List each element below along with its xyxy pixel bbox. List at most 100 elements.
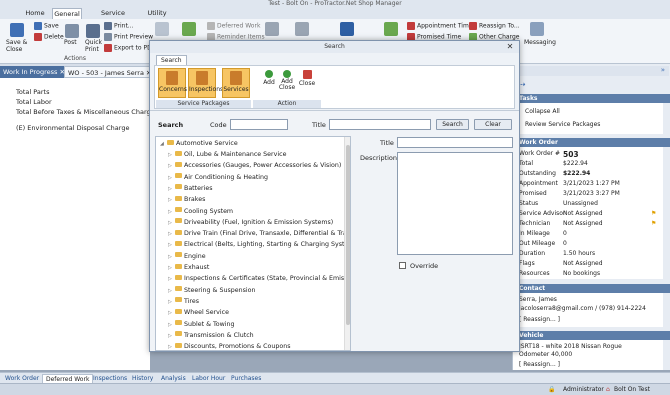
collapse-arrow-icon[interactable]: ◢ — [160, 139, 165, 149]
tab-search[interactable]: Search — [156, 55, 187, 65]
appointment-time-button[interactable]: Appointment Time — [407, 22, 473, 30]
inspections-button[interactable]: Inspections — [188, 68, 223, 98]
expand-arrow-icon[interactable]: ▷ — [168, 274, 173, 284]
tree-item[interactable]: ▷ Sublet & Towing — [168, 320, 235, 330]
quick-print-button[interactable]: Quick Print — [85, 39, 102, 53]
expand-arrow-icon[interactable]: ▷ — [168, 150, 173, 160]
parts-icon — [295, 22, 309, 36]
floppy-icon — [34, 22, 42, 30]
tab-work-in-progress[interactable]: Work In Progress ✕ — [0, 66, 68, 78]
wo-field-value: Not Assigned — [563, 260, 603, 267]
flag-icon[interactable]: ⚑ — [651, 220, 656, 227]
clear-button[interactable]: Clear — [474, 119, 512, 130]
tab-service-package[interactable]: Service Package — [88, 8, 138, 28]
save-button[interactable]: Save — [34, 22, 59, 30]
export-pdf-button[interactable]: Export to PDF — [104, 44, 155, 52]
tree-item[interactable]: ▷ Engine — [168, 252, 206, 262]
tree-item[interactable]: ▷ Transmission & Clutch — [168, 331, 254, 341]
detail-description-input[interactable] — [397, 152, 513, 255]
services-button[interactable]: Services — [222, 68, 250, 98]
tree-item-label: Inspections & Certificates (State, Provi… — [184, 275, 351, 283]
close-button[interactable]: Close — [293, 68, 321, 98]
tree-item[interactable]: ▷ Driveability (Fuel, Ignition & Emission… — [168, 218, 333, 228]
expand-arrow-icon[interactable]: ▷ — [168, 207, 173, 217]
expand-arrow-icon[interactable]: ▷ — [168, 286, 173, 296]
tree-scroll-thumb[interactable] — [346, 145, 350, 325]
tree-item[interactable]: ▷ Air Conditioning & Heating — [168, 173, 268, 183]
tab-utility[interactable]: Utility — [143, 8, 171, 19]
expand-arrow-icon[interactable]: ▷ — [168, 218, 173, 228]
post-button[interactable]: Post — [64, 39, 77, 46]
tree-item[interactable]: ▷ Batteries — [168, 184, 212, 194]
tree-item[interactable]: ▷ Electrical (Belts, Lighting, Starting &… — [168, 240, 350, 250]
tree-item[interactable]: ▷ Oil, Lube & Maintenance Service — [168, 150, 286, 160]
tree-item-label: Driveability (Fuel, Ignition & Emission … — [184, 218, 334, 226]
expand-arrow-icon[interactable]: ▷ — [168, 308, 173, 318]
tab-home[interactable]: Home — [22, 8, 48, 19]
save-close-button[interactable]: Save & Close — [6, 39, 27, 53]
collapse-all-link[interactable]: Collapse All — [525, 108, 560, 115]
tree-item[interactable]: ▷ Steering & Suspension — [168, 286, 255, 296]
tree-item[interactable]: ▷ Exhaust — [168, 263, 209, 273]
expand-arrow-icon[interactable]: ▷ — [168, 331, 173, 341]
tree-item-label: Wheel Service — [184, 309, 229, 317]
package-icon — [182, 22, 196, 36]
pin-icon[interactable]: ⇢ — [519, 80, 526, 89]
search-button[interactable]: Search — [436, 119, 469, 130]
contact-reassign-link[interactable]: [ Reassign... ] — [519, 316, 560, 323]
tab-general[interactable]: General — [52, 8, 82, 19]
concerns-button[interactable]: Concerns — [158, 68, 187, 98]
expand-arrow-icon[interactable]: ▷ — [168, 184, 173, 194]
vehicle-header[interactable]: Vehicle — [513, 331, 670, 340]
tasks-header[interactable]: Tasks — [513, 94, 670, 103]
expand-arrow-icon[interactable]: ▷ — [168, 342, 173, 350]
expand-icon[interactable]: » — [661, 66, 665, 74]
title-label: Title — [312, 121, 326, 129]
contact-header[interactable]: Contact — [513, 284, 670, 293]
right-panel: » ⇢ Tasks Collapse All Review Service Pa… — [512, 64, 670, 370]
delete-button[interactable]: Delete — [34, 33, 64, 41]
tree-item[interactable]: ▷ Inspections & Certificates (State, Prov… — [168, 274, 351, 284]
tree-item[interactable]: ▷ Drive Train (Final Drive, Transaxle, Di… — [168, 229, 350, 239]
print-preview-button[interactable]: Print Preview — [104, 33, 153, 41]
expand-arrow-icon[interactable]: ▷ — [168, 263, 173, 273]
tree-item[interactable]: ▷ Tires — [168, 297, 199, 307]
expand-arrow-icon[interactable]: ▷ — [168, 297, 173, 307]
tree-root[interactable]: ◢ Automotive Service — [160, 139, 238, 149]
tree-item[interactable]: ▷ Accessories (Gauges, Power Accessories … — [168, 161, 341, 171]
ribbon-tab-strip: Home General Service Package Utility — [0, 7, 670, 28]
contact-section: Serra, James jacoloserra8@gmail.com / (9… — [513, 293, 663, 327]
expand-arrow-icon[interactable]: ▷ — [168, 229, 173, 239]
tree-item[interactable]: ▷ Brakes — [168, 195, 205, 205]
tree-item[interactable]: ▷ Wheel Service — [168, 308, 229, 318]
search-dialog: Search ✕ Search Concerns Inspections Ser… — [149, 40, 520, 352]
messaging-button[interactable]: Messaging — [524, 39, 556, 46]
expand-arrow-icon[interactable]: ▷ — [168, 195, 173, 205]
flag-icon[interactable]: ⚑ — [651, 210, 656, 217]
reassign-icon — [469, 22, 477, 30]
vehicle-reassign-link[interactable]: [ Reassign... ] — [519, 361, 560, 368]
review-service-packages-link[interactable]: Review Service Packages — [525, 121, 600, 128]
close-icon[interactable]: ✕ — [505, 42, 515, 52]
code-input[interactable] — [230, 119, 288, 130]
panel-toolbar: » — [515, 66, 669, 76]
expand-arrow-icon[interactable]: ▷ — [168, 161, 173, 171]
override-checkbox[interactable] — [399, 262, 406, 269]
expand-arrow-icon[interactable]: ▷ — [168, 252, 173, 262]
print-button[interactable]: Print... — [104, 22, 134, 30]
work-order-header[interactable]: Work Order — [513, 138, 670, 147]
detail-title-input[interactable] — [397, 137, 513, 148]
expand-arrow-icon[interactable]: ▷ — [168, 320, 173, 330]
expand-arrow-icon[interactable]: ▷ — [168, 173, 173, 183]
tree-item[interactable]: ▷ Discounts, Promotions & Coupons — [168, 342, 291, 350]
tree-scrollbar[interactable] — [344, 137, 350, 350]
tree-item[interactable]: ▷ Cooling System — [168, 207, 233, 217]
folder-icon — [175, 173, 182, 179]
deferred-work-button[interactable]: Deferred Work — [207, 22, 260, 30]
tab-work-order-503[interactable]: WO - 503 - James Serra ✕ — [64, 66, 156, 78]
title-input[interactable] — [329, 119, 431, 130]
search-section-label: Search — [158, 121, 184, 129]
reassign-to-button[interactable]: Reassign To... — [469, 22, 520, 30]
expand-arrow-icon[interactable]: ▷ — [168, 240, 173, 250]
add-icon — [265, 70, 273, 78]
